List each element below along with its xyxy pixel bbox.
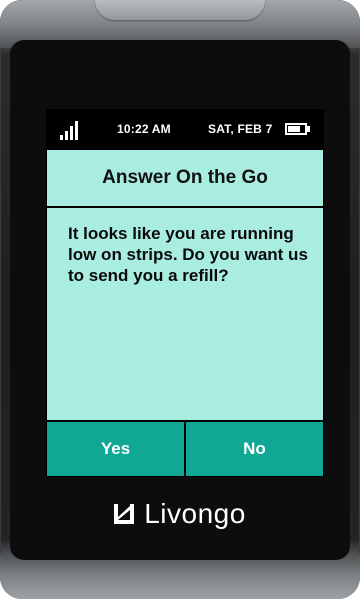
yes-button[interactable]: Yes <box>47 422 186 476</box>
brand-area: Livongo <box>0 494 360 534</box>
livongo-logo-icon <box>114 504 135 524</box>
dialog-button-row: Yes No <box>47 420 323 476</box>
battery-level-fill <box>288 126 300 132</box>
status-time: 10:22 AM <box>117 122 171 136</box>
dialog-title: Answer On the Go <box>102 167 268 188</box>
dialog-message: It looks like you are running low on str… <box>68 224 308 285</box>
status-bar: 10:22 AM SAT, FEB 7 <box>47 110 323 150</box>
device-screen: 10:22 AM SAT, FEB 7 Answer On the Go It … <box>46 109 324 477</box>
brand-name: Livongo <box>144 498 246 529</box>
status-date: SAT, FEB 7 <box>208 122 273 136</box>
dialog-header: Answer On the Go <box>47 150 323 208</box>
device-top-notch <box>95 0 265 20</box>
signal-strength-icon <box>60 120 80 140</box>
device-bottom-bezel <box>0 554 360 599</box>
glucose-meter-device: 10:22 AM SAT, FEB 7 Answer On the Go It … <box>0 0 360 599</box>
battery-icon <box>285 123 307 135</box>
no-button[interactable]: No <box>186 422 323 476</box>
battery-tip <box>307 126 310 132</box>
